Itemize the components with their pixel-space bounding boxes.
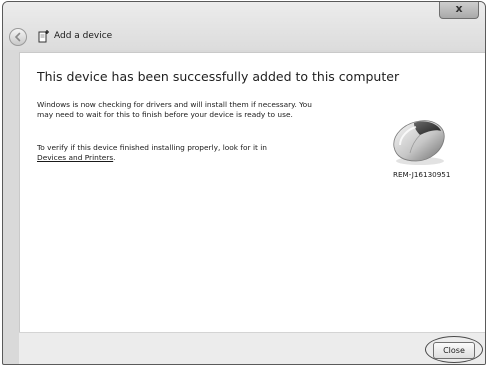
back-arrow-icon <box>14 32 21 42</box>
verify-text-suffix: . <box>113 153 116 162</box>
wireless-mouse-icon <box>393 120 445 165</box>
driver-info-text: Windows is now checking for drivers and … <box>37 100 312 119</box>
button-bar: Close <box>19 332 485 364</box>
verify-text-prefix: To verify if this device finished instal… <box>37 143 267 152</box>
title-bar: x Add a device <box>3 2 485 50</box>
back-button[interactable] <box>9 28 27 46</box>
verify-info-text: To verify if this device finished instal… <box>37 143 327 163</box>
window-title: Add a device <box>54 31 113 41</box>
add-device-icon <box>38 30 49 43</box>
window-close-button[interactable]: x <box>439 2 479 19</box>
add-device-window: x Add a device This device has been succ… <box>2 1 486 365</box>
device-name-label: REM-J16130951 <box>393 170 451 179</box>
close-button[interactable]: Close <box>433 342 475 359</box>
page-heading: This device has been successfully added … <box>37 69 400 84</box>
devices-and-printers-link[interactable]: Devices and Printers <box>37 153 113 162</box>
content-panel: This device has been successfully added … <box>19 52 485 333</box>
